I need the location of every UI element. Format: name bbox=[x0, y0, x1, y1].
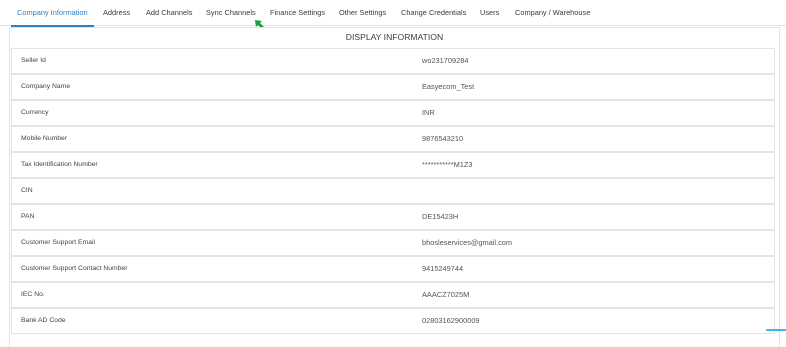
info-row-seller-id: Seller Id wo231709284 bbox=[11, 48, 775, 74]
tab-sync-channels[interactable]: Sync Channels bbox=[206, 0, 256, 26]
row-label: Customer Support Email bbox=[21, 239, 96, 246]
row-value: ***********M1Z3 bbox=[422, 160, 473, 169]
tab-company-information[interactable]: Company Information bbox=[11, 0, 94, 27]
row-label: Seller Id bbox=[21, 57, 46, 64]
row-label: IEC No. bbox=[21, 291, 45, 298]
row-value: bhosleservices@gmail.com bbox=[422, 238, 513, 247]
info-row-support-contact: Customer Support Contact Number 94152497… bbox=[11, 256, 775, 282]
info-row-tax-id: Tax Identification Number ***********M1Z… bbox=[11, 152, 775, 178]
row-label: Mobile Number bbox=[21, 135, 68, 142]
tab-address[interactable]: Address bbox=[103, 0, 130, 26]
tab-users[interactable]: Users bbox=[480, 0, 499, 26]
info-row-iec-no: IEC No. AAACZ7025M bbox=[11, 282, 775, 308]
row-label: CIN bbox=[21, 187, 33, 194]
row-value: wo231709284 bbox=[422, 56, 469, 65]
row-value: 9415249744 bbox=[422, 264, 464, 273]
panel-title: DISPLAY INFORMATION bbox=[345, 32, 444, 42]
row-label: PAN bbox=[21, 213, 35, 220]
info-row-company-name: Company Name Easyecom_Test bbox=[11, 74, 775, 100]
row-value: Easyecom_Test bbox=[422, 82, 475, 91]
row-value: 02803162900009 bbox=[422, 316, 480, 325]
tab-company-warehouse[interactable]: Company / Warehouse bbox=[515, 0, 590, 26]
row-label: Company Name bbox=[21, 83, 71, 90]
info-row-pan: PAN DE15423H bbox=[11, 204, 775, 230]
row-value: AAACZ7025M bbox=[422, 290, 470, 299]
row-value: 9876543210 bbox=[422, 134, 464, 143]
row-label: Tax Identification Number bbox=[21, 161, 98, 168]
row-label: Customer Support Contact Number bbox=[21, 265, 128, 272]
info-row-mobile-number: Mobile Number 9876543210 bbox=[11, 126, 775, 152]
info-row-support-email: Customer Support Email bhosleservices@gm… bbox=[11, 230, 775, 256]
tab-other-settings[interactable]: Other Settings bbox=[339, 0, 386, 26]
info-row-cin: CIN bbox=[11, 178, 775, 204]
info-row-bank-ad-code: Bank AD Code 02803162900009 bbox=[11, 308, 775, 334]
row-label: Bank AD Code bbox=[21, 317, 66, 324]
tab-change-credentials[interactable]: Change Credentials bbox=[401, 0, 466, 26]
row-value: DE15423H bbox=[422, 212, 459, 221]
tab-add-channels[interactable]: Add Channels bbox=[146, 0, 192, 26]
info-row-currency: Currency INR bbox=[11, 100, 775, 126]
scroll-indicator bbox=[766, 329, 786, 331]
row-label: Currency bbox=[21, 109, 49, 116]
row-value: INR bbox=[422, 108, 435, 117]
tab-finance-settings[interactable]: Finance Settings bbox=[270, 0, 325, 26]
tab-bar: Company Information Address Add Channels… bbox=[0, 0, 786, 27]
display-information-panel: DISPLAY INFORMATION Seller Id wo23170928… bbox=[9, 27, 780, 347]
